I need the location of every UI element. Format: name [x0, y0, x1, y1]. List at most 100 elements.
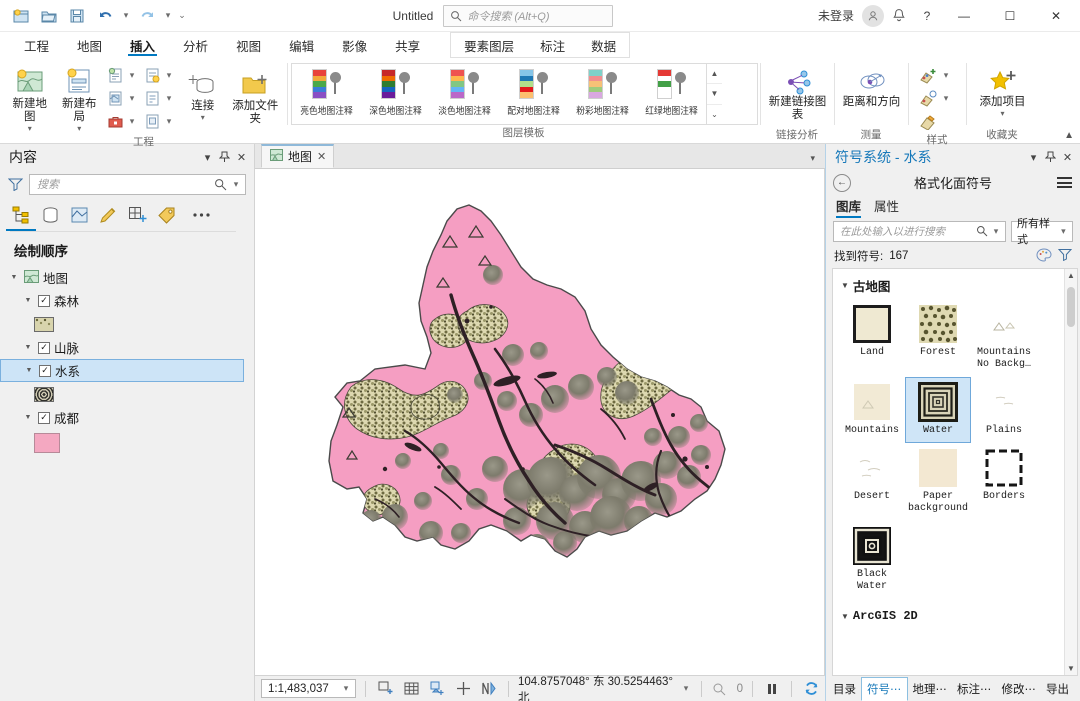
- pane-tab-symbology[interactable]: 符号⋯: [861, 677, 908, 701]
- pane-tab-modify[interactable]: 修改⋯: [997, 677, 1042, 701]
- scale-dropdown-icon[interactable]: ▾: [340, 683, 352, 694]
- navigate-icon[interactable]: [479, 679, 499, 699]
- command-search-box[interactable]: 命令搜索 (Alt+Q): [443, 4, 614, 27]
- pane-tab-catalog[interactable]: 目录: [828, 677, 861, 701]
- toolbox-button[interactable]: ▾: [105, 110, 140, 132]
- scroll-down-icon[interactable]: ▼: [1067, 662, 1075, 675]
- gallery-item-bright[interactable]: 亮色地图注释: [292, 64, 361, 124]
- ribbon-tab-edit[interactable]: 编辑: [275, 32, 328, 58]
- menu-chevron-icon[interactable]: ▾: [199, 147, 216, 167]
- scrollbar-thumb[interactable]: [1067, 287, 1075, 327]
- new-map-dropdown-icon[interactable]: ▾: [28, 125, 32, 133]
- connections-dropdown-icon[interactable]: ▾: [201, 114, 205, 122]
- coords-dropdown-icon[interactable]: ▾: [680, 683, 691, 694]
- filter-icon[interactable]: [6, 177, 24, 191]
- list-by-selection-icon[interactable]: [68, 203, 90, 227]
- redo-dropdown-icon[interactable]: ▾: [162, 10, 174, 21]
- pause-icon[interactable]: [762, 679, 782, 699]
- layer-visibility-checkbox[interactable]: ✓: [39, 364, 51, 377]
- toc-symbol-forest[interactable]: [0, 312, 254, 336]
- expander-icon[interactable]: ▼: [22, 414, 34, 421]
- more-options-icon[interactable]: [190, 203, 212, 227]
- ribbon-tab-imagery[interactable]: 影像: [328, 32, 381, 58]
- gallery-item-light[interactable]: 淡色地图注释: [430, 64, 499, 124]
- symbol-item-water[interactable]: Water: [905, 377, 971, 443]
- expander-icon[interactable]: ▼: [8, 274, 20, 281]
- toc-layer-forest[interactable]: ▼ ✓ 森林: [0, 289, 254, 312]
- symbol-item-borders[interactable]: Borders: [971, 443, 1037, 521]
- avatar[interactable]: [862, 4, 884, 27]
- filter-icon[interactable]: [1057, 248, 1073, 264]
- symbol-item-paper-background[interactable]: Paper background: [905, 443, 971, 521]
- hamburger-icon[interactable]: [1055, 177, 1073, 188]
- notifications-icon[interactable]: [886, 4, 912, 28]
- ribbon-tab-project[interactable]: 工程: [10, 32, 63, 58]
- list-by-data-source-icon[interactable]: [39, 203, 61, 227]
- minimize-button[interactable]: —: [942, 0, 986, 31]
- new-project-icon[interactable]: [8, 4, 34, 28]
- gallery-item-paired[interactable]: 配对地图注释: [499, 64, 568, 124]
- import-map-dropdown-icon[interactable]: ▾: [126, 93, 138, 104]
- expander-icon[interactable]: ▼: [22, 297, 34, 304]
- close-icon[interactable]: ✕: [1059, 147, 1076, 167]
- redo-icon[interactable]: [134, 4, 160, 28]
- save-project-icon[interactable]: [64, 4, 90, 28]
- menu-chevron-icon[interactable]: ▾: [1025, 147, 1042, 167]
- refresh-icon[interactable]: [801, 679, 821, 699]
- connections-button[interactable]: 连接 ▾: [179, 63, 226, 123]
- map-scale-selector[interactable]: 1:1,483,037 ▾: [261, 679, 356, 698]
- pane-tab-geoprocessing[interactable]: 地理⋯: [908, 677, 953, 701]
- sign-in-status[interactable]: 未登录: [818, 7, 854, 24]
- add-style-dropdown-icon[interactable]: ▾: [940, 93, 952, 104]
- back-arrow-icon[interactable]: ←: [833, 173, 851, 192]
- add-folder-button[interactable]: 添加文件夹: [228, 63, 282, 128]
- expander-icon[interactable]: ▼: [23, 367, 35, 374]
- search-options-dropdown-icon[interactable]: ▾: [230, 179, 242, 190]
- toolbox-dropdown-icon[interactable]: ▾: [126, 116, 138, 127]
- undo-dropdown-icon[interactable]: ▾: [120, 10, 132, 21]
- add-style-button[interactable]: ▾: [917, 87, 954, 109]
- toc-map-node[interactable]: ▼ 地图: [0, 266, 254, 289]
- close-icon[interactable]: ✕: [233, 147, 250, 167]
- selection-count-icon[interactable]: [711, 679, 731, 699]
- symbol-item-forest[interactable]: Forest: [905, 299, 971, 377]
- add-favorite-dropdown-icon[interactable]: ▾: [1000, 110, 1004, 118]
- symbol-group-header-ancient-map[interactable]: ▼ 古地图: [841, 276, 1062, 295]
- help-icon[interactable]: ?: [914, 4, 940, 28]
- new-report-button[interactable]: ▾: [105, 64, 140, 86]
- map-tab[interactable]: 地图 ✕: [261, 144, 335, 168]
- symbol-item-mountains[interactable]: Mountains: [839, 377, 905, 443]
- add-form-button[interactable]: ▾: [142, 87, 177, 109]
- chevron-down-icon[interactable]: ▾: [1058, 226, 1069, 237]
- collapse-ribbon-icon[interactable]: ▲: [1064, 130, 1074, 141]
- toc-symbol-chengdu[interactable]: [0, 429, 254, 457]
- search-history-dropdown-icon[interactable]: ▾: [990, 226, 1002, 237]
- add-notebook-button[interactable]: ▾: [142, 64, 177, 86]
- gallery-expand-icon[interactable]: ⌄: [707, 105, 722, 124]
- ribbon-tab-map[interactable]: 地图: [63, 32, 116, 58]
- pointer-icon[interactable]: [453, 679, 473, 699]
- toc-symbol-water[interactable]: [0, 382, 254, 406]
- add-toolbox-dropdown-icon[interactable]: ▾: [163, 116, 175, 127]
- toc-layer-chengdu[interactable]: ▼ ✓ 成都: [0, 406, 254, 429]
- gallery-item-pastel[interactable]: 粉彩地图注释: [568, 64, 637, 124]
- pane-tab-labeling[interactable]: 标注⋯: [952, 677, 997, 701]
- ribbon-tab-view[interactable]: 视图: [222, 32, 275, 58]
- manage-styles-button[interactable]: [917, 110, 954, 132]
- symbol-group-header-arcgis-2d[interactable]: ▼ ArcGIS 2D: [841, 609, 1062, 623]
- map-tab-dropdown-icon[interactable]: ▾: [810, 153, 815, 164]
- new-layout-button[interactable]: 新建布局 ▾: [55, 63, 102, 134]
- layer-visibility-checkbox[interactable]: ✓: [38, 341, 50, 354]
- ribbon-tab-data[interactable]: 数据: [578, 33, 629, 58]
- add-favorite-button[interactable]: 添加项目 ▾: [972, 63, 1033, 119]
- new-layout-dropdown-icon[interactable]: ▾: [77, 125, 81, 133]
- map-tab-close-icon[interactable]: ✕: [317, 150, 326, 163]
- tab-gallery[interactable]: 图库: [836, 196, 862, 218]
- scroll-up-icon[interactable]: ▲: [1067, 269, 1075, 282]
- open-project-icon[interactable]: [36, 4, 62, 28]
- add-toolbox-button[interactable]: ▾: [142, 110, 177, 132]
- list-by-drawing-order-icon[interactable]: [6, 203, 36, 231]
- ribbon-tab-analysis[interactable]: 分析: [169, 32, 222, 58]
- maximize-button[interactable]: ☐: [988, 0, 1032, 31]
- contents-search-input[interactable]: 搜索 ▾: [29, 173, 246, 195]
